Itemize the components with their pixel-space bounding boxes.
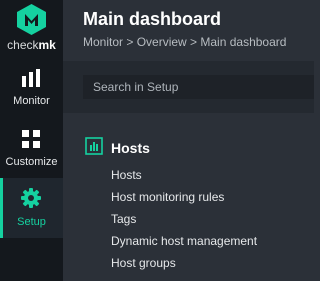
sidebar-item-label: Setup <box>17 216 46 228</box>
sidebar: checkmk Monitor Customize Setup <box>0 0 63 281</box>
menu-item-host-groups[interactable]: Host groups <box>111 256 176 270</box>
section-title-hosts: Hosts <box>111 140 150 156</box>
sidebar-item-label: Customize <box>5 156 58 168</box>
brand-name-prefix: check <box>7 38 39 52</box>
gear-icon <box>21 188 41 208</box>
search-input[interactable] <box>83 75 314 99</box>
bar-chart-icon <box>22 69 40 87</box>
menu-item-dynamic-host-management[interactable]: Dynamic host management <box>111 234 257 248</box>
sidebar-item-customize[interactable]: Customize <box>0 121 63 179</box>
page-header: Main dashboard Monitor > Overview > Main… <box>63 0 314 60</box>
menu-item-host-monitoring-rules[interactable]: Host monitoring rules <box>111 190 224 204</box>
breadcrumb[interactable]: Monitor > Overview > Main dashboard <box>83 35 286 49</box>
active-indicator <box>0 178 3 238</box>
hosts-icon <box>85 137 103 155</box>
page-title: Main dashboard <box>83 9 222 29</box>
checkmk-logo-icon <box>17 4 46 35</box>
menu-item-tags[interactable]: Tags <box>111 212 136 226</box>
sidebar-item-monitor[interactable]: Monitor <box>0 60 63 118</box>
setup-menu: Hosts Hosts Host monitoring rules Tags D… <box>63 114 314 281</box>
brand-name-suffix: mk <box>38 38 56 52</box>
sidebar-item-label: Monitor <box>13 95 50 107</box>
menu-item-hosts[interactable]: Hosts <box>111 168 142 182</box>
grid-icon <box>22 130 40 148</box>
brand-name: checkmk <box>0 38 63 52</box>
checkmk-logo[interactable]: checkmk <box>0 0 63 58</box>
sidebar-item-setup[interactable]: Setup <box>0 178 63 238</box>
search-bar <box>63 61 314 113</box>
